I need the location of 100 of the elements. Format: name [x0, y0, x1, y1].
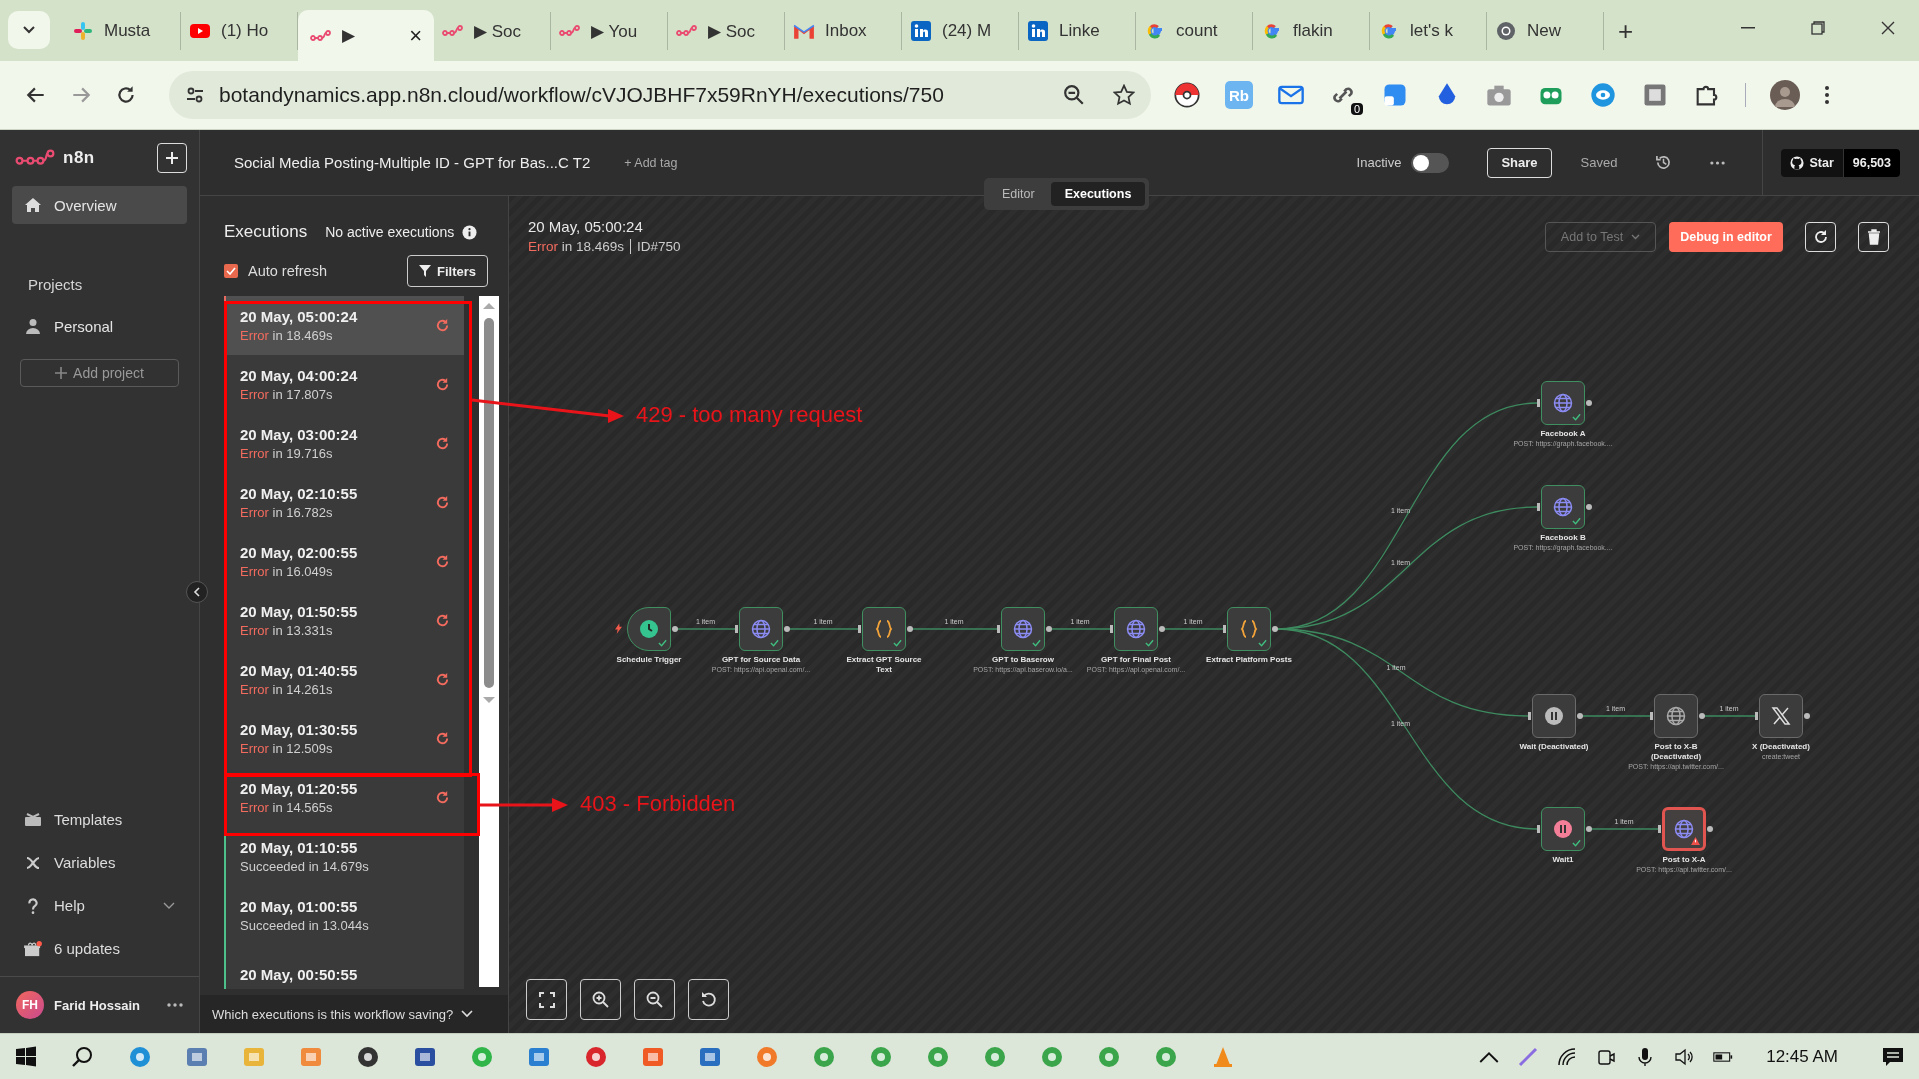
site-settings-icon[interactable]: [185, 85, 205, 105]
browser-tab[interactable]: ▶ You: [551, 12, 668, 50]
restore-icon[interactable]: [1811, 21, 1825, 35]
input-handle[interactable]: [735, 625, 738, 633]
retry-icon[interactable]: [435, 377, 450, 392]
notification-icon[interactable]: [1881, 1046, 1905, 1067]
info-icon[interactable]: [462, 224, 478, 240]
output-handle[interactable]: [907, 626, 913, 632]
execution-item[interactable]: 20 May, 01:50:55 Error in 13.331s: [224, 591, 464, 650]
execution-item[interactable]: 20 May, 04:00:24 Error in 17.807s: [224, 355, 464, 414]
execution-item[interactable]: 20 May, 01:30:55 Error in 12.509s: [224, 709, 464, 768]
add-tag-link[interactable]: + Add tag: [624, 155, 678, 170]
input-handle[interactable]: [1528, 712, 1531, 720]
output-handle[interactable]: [1577, 713, 1583, 719]
retry-icon[interactable]: [435, 731, 450, 746]
execution-item[interactable]: 20 May, 02:10:55 Error in 16.782s: [224, 473, 464, 532]
saving-info-toggle[interactable]: Which executions is this workflow saving?: [200, 995, 508, 1033]
browser-tab[interactable]: let's k: [1370, 12, 1487, 50]
execution-item[interactable]: 20 May, 01:40:55 Error in 14.261s: [224, 650, 464, 709]
workflow-node[interactable]: [1541, 807, 1585, 851]
browser-tab[interactable]: (24) M: [902, 12, 1019, 50]
output-handle[interactable]: [1699, 713, 1705, 719]
output-handle[interactable]: [1046, 626, 1052, 632]
share-button[interactable]: Share: [1487, 147, 1552, 178]
new-tab-button[interactable]: +: [1618, 16, 1634, 47]
output-handle[interactable]: [1272, 626, 1278, 632]
workflow-node[interactable]: [1227, 607, 1271, 651]
more-icon[interactable]: [1824, 85, 1830, 105]
input-handle[interactable]: [1658, 825, 1661, 833]
sidebar-item[interactable]: Variables: [12, 841, 187, 884]
retry-icon[interactable]: [435, 790, 450, 805]
input-handle[interactable]: [997, 625, 1000, 633]
execution-item[interactable]: 20 May, 05:00:24 Error in 18.469s: [224, 296, 464, 355]
fit-view-button[interactable]: [526, 979, 567, 1020]
sidebar-item[interactable]: Templates: [12, 798, 187, 841]
ball-icon[interactable]: [1173, 81, 1201, 109]
view-tab[interactable]: Executions: [1050, 182, 1146, 206]
zoom-in-button[interactable]: [580, 979, 621, 1020]
browser-tab[interactable]: (1) Ho: [181, 12, 298, 50]
browser-tab[interactable]: flakin: [1253, 12, 1370, 50]
add-project-button[interactable]: Add project: [20, 359, 179, 387]
output-handle[interactable]: [672, 626, 678, 632]
input-handle[interactable]: [1537, 503, 1540, 511]
workflow-node[interactable]: [862, 607, 906, 651]
output-handle[interactable]: [1586, 826, 1592, 832]
github-star-button[interactable]: Star: [1781, 148, 1843, 177]
address-field[interactable]: botandynamics.app.n8n.cloud/workflow/cVJOJBHF7x59RnYH/executions/750: [169, 71, 1151, 119]
close-tab-button[interactable]: ×: [409, 22, 422, 49]
sidebar-item[interactable]: Overview: [12, 186, 187, 224]
browser-tab[interactable]: Inbox: [785, 12, 902, 50]
execution-item[interactable]: 20 May, 01:00:55 Succeeded in 13.044s: [224, 886, 464, 945]
retry-icon[interactable]: [435, 672, 450, 687]
execution-item[interactable]: 20 May, 03:00:24 Error in 19.716s: [224, 414, 464, 473]
history-icon[interactable]: [1655, 154, 1673, 171]
input-handle[interactable]: [858, 625, 861, 633]
wifi-icon[interactable]: [1557, 1046, 1578, 1067]
workflow-node[interactable]: [1662, 807, 1706, 851]
scrollbar[interactable]: [479, 296, 499, 987]
retry-icon[interactable]: [435, 318, 450, 333]
zoom-out-button[interactable]: [634, 979, 675, 1020]
sidebar-item[interactable]: 6 updates: [12, 927, 187, 970]
project-item[interactable]: Personal: [12, 307, 187, 345]
minimize-icon[interactable]: [1741, 27, 1755, 29]
execution-item[interactable]: 20 May, 01:10:55 Succeeded in 14.679s: [224, 827, 464, 886]
browser-tab[interactable]: ▶ ×: [298, 10, 434, 61]
user-avatar[interactable]: FH: [16, 991, 44, 1019]
eye-icon[interactable]: [1589, 81, 1617, 109]
create-button[interactable]: [157, 143, 187, 173]
delete-button[interactable]: [1858, 222, 1889, 252]
output-handle[interactable]: [1586, 504, 1592, 510]
execution-item[interactable]: 20 May, 01:20:55 Error in 14.565s: [224, 768, 464, 827]
reload-icon[interactable]: [115, 84, 137, 106]
output-handle[interactable]: [1804, 713, 1810, 719]
workflow-node[interactable]: [1114, 607, 1158, 651]
browser-tab[interactable]: ▶ Soc: [434, 12, 551, 50]
retry-icon[interactable]: [435, 554, 450, 569]
filters-button[interactable]: Filters: [407, 255, 488, 287]
workflow-node[interactable]: [1541, 485, 1585, 529]
output-handle[interactable]: [1586, 400, 1592, 406]
workflow-node[interactable]: [627, 607, 671, 651]
workflow-title[interactable]: Social Media Posting-Multiple ID - GPT for Bas...C T2: [234, 154, 591, 171]
retry-icon[interactable]: [435, 613, 450, 628]
more-icon[interactable]: [1710, 160, 1726, 165]
browser-tab[interactable]: Linke: [1019, 12, 1136, 50]
browser-tab[interactable]: Musta: [64, 12, 181, 50]
retry-icon[interactable]: [435, 436, 450, 451]
zoom-out-icon[interactable]: [1063, 84, 1085, 106]
speaker-icon[interactable]: [1674, 1046, 1695, 1067]
more-icon[interactable]: [167, 1003, 183, 1007]
workflow-node[interactable]: [739, 607, 783, 651]
clock[interactable]: 12:45 AM: [1766, 1046, 1838, 1067]
input-handle[interactable]: [1223, 625, 1226, 633]
output-handle[interactable]: [1159, 626, 1165, 632]
execution-item[interactable]: 20 May, 02:00:55 Error in 16.049s: [224, 532, 464, 591]
view-tab[interactable]: Editor: [988, 182, 1049, 206]
close-icon[interactable]: [1881, 21, 1895, 35]
browser-tab[interactable]: New: [1487, 12, 1604, 50]
output-handle[interactable]: [784, 626, 790, 632]
refresh-button[interactable]: [1805, 222, 1836, 252]
input-handle[interactable]: [1755, 712, 1758, 720]
